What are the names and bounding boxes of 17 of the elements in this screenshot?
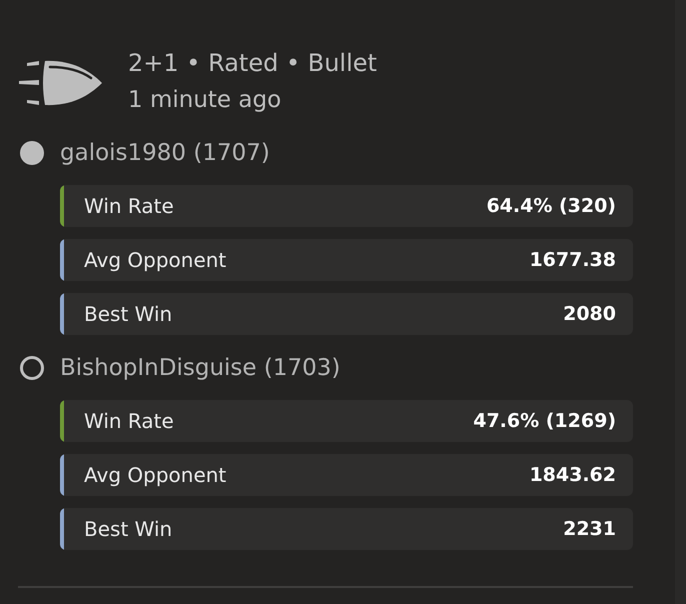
stat-value: 2080 xyxy=(563,303,616,325)
stat-value: 1843.62 xyxy=(529,464,616,486)
stat-value: 47.6% (1269) xyxy=(473,410,616,432)
stat-label: Best Win xyxy=(84,517,172,541)
stat-value: 2231 xyxy=(563,518,616,540)
player-name: galois1980 (1707) xyxy=(60,139,270,168)
game-title: 2+1 • Rated • Bullet xyxy=(128,48,377,79)
stat-value: 1677.38 xyxy=(529,249,616,271)
game-time: 1 minute ago xyxy=(128,86,282,115)
bullet-icon xyxy=(18,60,102,106)
stat-value: 64.4% (320) xyxy=(486,195,616,217)
stat-label: Win Rate xyxy=(84,409,174,433)
stat-label: Avg Opponent xyxy=(84,463,226,487)
stat-label: Avg Opponent xyxy=(84,248,226,272)
stat-label: Win Rate xyxy=(84,194,174,218)
player-name: BishopInDisguise (1703) xyxy=(60,354,340,383)
stat-label: Best Win xyxy=(84,302,172,326)
